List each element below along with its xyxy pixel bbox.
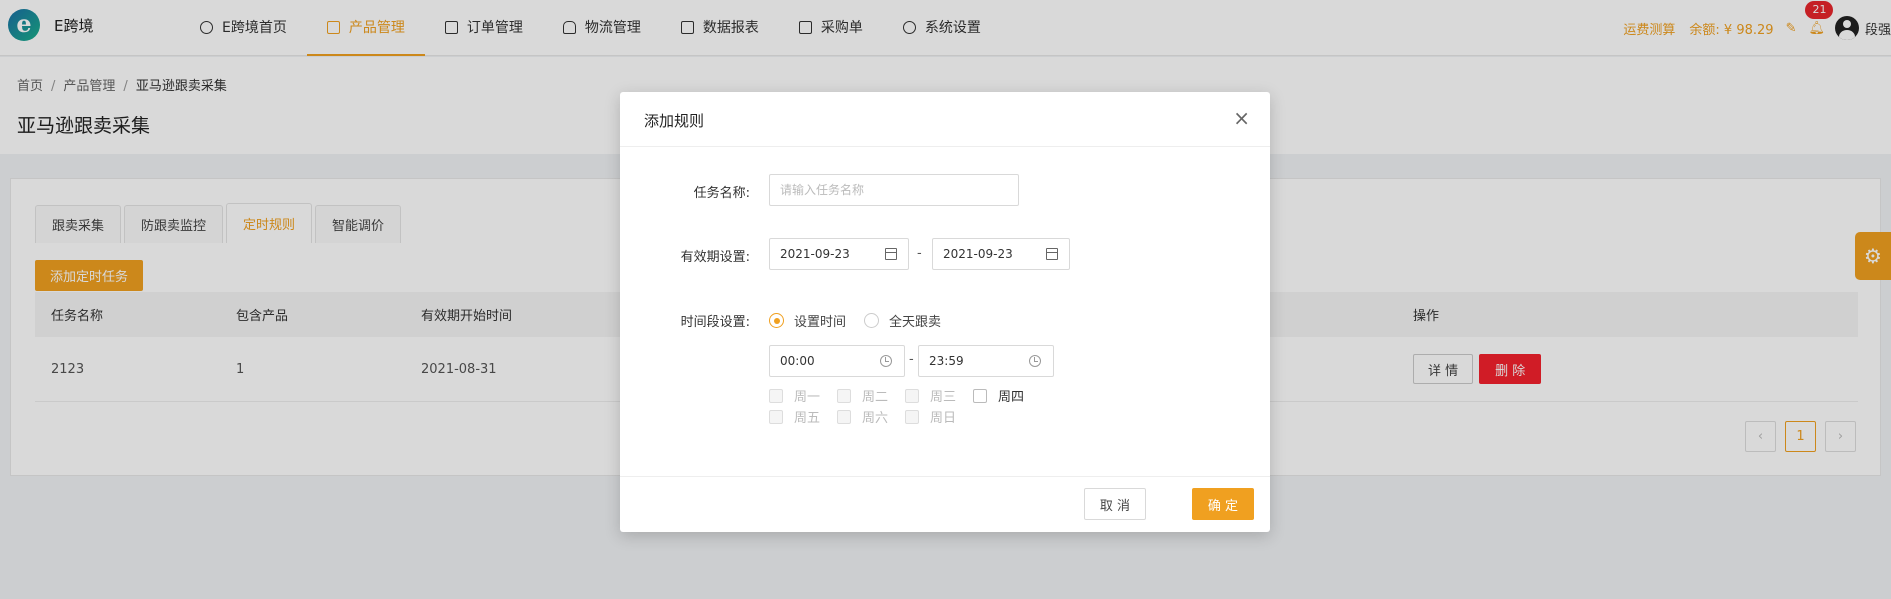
checkbox-friday[interactable]: 周五 xyxy=(769,407,820,426)
checkbox-tuesday[interactable]: 周二 xyxy=(837,386,888,405)
time-end-input[interactable]: 23:59 xyxy=(918,345,1054,377)
validity-end-input[interactable]: 2021-09-23 xyxy=(932,238,1070,270)
checkbox-label: 周六 xyxy=(862,411,889,426)
checkbox-label: 周四 xyxy=(998,390,1025,405)
checkbox-monday[interactable]: 周一 xyxy=(769,386,820,405)
checkbox-label: 周二 xyxy=(862,390,889,405)
clock-icon xyxy=(880,355,892,367)
task-name-input[interactable] xyxy=(780,183,1008,197)
checkbox-box xyxy=(905,388,919,403)
radio-set-time[interactable]: 设置时间 xyxy=(769,311,846,330)
checkbox-box xyxy=(837,409,851,424)
radio-dot xyxy=(769,313,784,328)
dialog-footer: 取 消 确 定 xyxy=(620,476,1270,532)
time-start-value: 00:00 xyxy=(780,354,815,368)
dialog-body: 任务名称: 有效期设置: 2021-09-23 - 2021-09-23 时间段… xyxy=(620,147,1270,477)
time-end-value: 23:59 xyxy=(929,354,964,368)
validity-end-value: 2021-09-23 xyxy=(943,247,1013,261)
checkbox-box xyxy=(973,388,987,403)
checkbox-wednesday[interactable]: 周三 xyxy=(905,386,956,405)
cancel-button[interactable]: 取 消 xyxy=(1083,488,1146,520)
checkbox-box xyxy=(837,388,851,403)
calendar-icon xyxy=(1046,248,1058,260)
checkbox-label: 周三 xyxy=(930,390,957,405)
checkbox-label: 周五 xyxy=(794,411,821,426)
checkbox-label: 周日 xyxy=(930,411,957,426)
validity-start-value: 2021-09-23 xyxy=(780,247,850,261)
range-separator: - xyxy=(917,246,922,261)
calendar-icon xyxy=(885,248,897,260)
checkbox-saturday[interactable]: 周六 xyxy=(837,407,888,426)
checkbox-label: 周一 xyxy=(794,390,821,405)
add-rule-dialog: 添加规则 × 任务名称: 有效期设置: 2021-09-23 - 2021-09… xyxy=(620,92,1270,532)
validity-start-input[interactable]: 2021-09-23 xyxy=(769,238,909,270)
checkbox-thursday[interactable]: 周四 xyxy=(973,386,1024,405)
checkbox-sunday[interactable]: 周日 xyxy=(905,407,956,426)
radio-label: 全天跟卖 xyxy=(889,315,942,330)
time-start-input[interactable]: 00:00 xyxy=(769,345,905,377)
confirm-button[interactable]: 确 定 xyxy=(1191,488,1254,520)
checkbox-box xyxy=(769,409,783,424)
dialog-title: 添加规则 xyxy=(644,112,705,130)
close-icon[interactable]: × xyxy=(1233,106,1250,130)
radio-dot xyxy=(864,313,879,328)
task-name-field xyxy=(769,174,1019,206)
clock-icon xyxy=(1029,355,1041,367)
range-separator: - xyxy=(909,352,914,367)
validity-label: 有效期设置: xyxy=(680,250,750,265)
time-range-label: 时间段设置: xyxy=(680,315,750,330)
dialog-header: 添加规则 × xyxy=(620,92,1270,147)
checkbox-box xyxy=(769,388,783,403)
radio-label: 设置时间 xyxy=(794,315,847,330)
checkbox-box xyxy=(905,409,919,424)
task-name-label: 任务名称: xyxy=(693,186,750,201)
radio-all-day[interactable]: 全天跟卖 xyxy=(864,311,941,330)
